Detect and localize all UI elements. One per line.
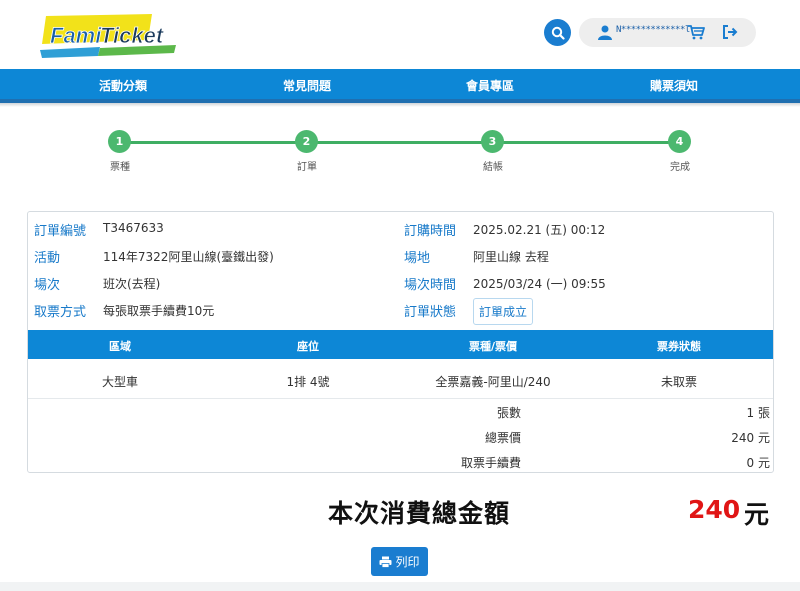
cart-icon[interactable] (687, 24, 705, 40)
user-icon[interactable] (597, 24, 613, 40)
summary-count-label: 張數 (496, 406, 521, 420)
venue-label: 場地 (404, 251, 431, 266)
user-panel: N*************l (579, 18, 756, 47)
order-time-value: 2025.02.21 (五) 00:12 (473, 223, 606, 237)
site-header: Fami Ticket N*************l (0, 0, 800, 68)
session-time-label: 場次時間 (404, 278, 457, 293)
summary-count-value: 1 張 (746, 406, 770, 420)
progress-steps: 1 票種 2 訂單 3 結帳 4 完成 (0, 128, 800, 178)
svg-text:Fami: Fami (50, 23, 102, 48)
order-no-label: 訂單編號 (34, 224, 87, 239)
cell-seat: 1排 4號 (286, 375, 330, 389)
logout-icon[interactable] (721, 24, 739, 40)
event-value: 114年7322阿里山線(臺鐵出發) (103, 250, 274, 264)
step-4-dot: 4 (668, 130, 691, 153)
th-seat: 座位 (297, 340, 319, 353)
search-icon (551, 26, 565, 40)
search-button[interactable] (544, 19, 571, 46)
nav-shadow (0, 103, 800, 107)
cell-ticket-type: 全票嘉義-阿里山/240 (435, 375, 551, 389)
cell-ticket-status: 未取票 (660, 375, 697, 389)
order-time-label: 訂購時間 (404, 224, 457, 239)
printer-icon (379, 556, 392, 568)
progress-line (120, 141, 680, 144)
nav-item-faq[interactable]: 常見問題 (283, 77, 331, 94)
nav-item-member[interactable]: 會員專區 (466, 77, 514, 94)
ticket-table-header: 區域 座位 票種/票價 票券狀態 (28, 330, 773, 359)
th-area: 區域 (109, 340, 131, 353)
cell-area: 大型車 (101, 375, 138, 389)
svg-text:Ticket: Ticket (100, 23, 165, 48)
step-2-label: 訂單 (297, 162, 317, 173)
pickup-value: 每張取票手續費10元 (103, 304, 215, 318)
nav-item-categories[interactable]: 活動分類 (99, 77, 147, 94)
total-label: 本次消費總金額 (328, 499, 511, 528)
print-button[interactable]: 列印 (371, 547, 428, 576)
order-no-value: T3467633 (103, 221, 164, 235)
step-2-dot: 2 (295, 130, 318, 153)
row-divider (28, 398, 773, 399)
total-amount: 240 (688, 495, 741, 524)
summary-price-label: 總票價 (484, 431, 521, 445)
pickup-label: 取票方式 (34, 305, 87, 320)
order-status-label: 訂單狀態 (404, 305, 457, 320)
footer-band (0, 582, 800, 591)
session-label: 場次 (34, 278, 61, 293)
summary-price-value: 240 元 (731, 431, 770, 445)
step-4-label: 完成 (670, 162, 690, 173)
famiticket-logo[interactable]: Fami Ticket (40, 10, 182, 58)
print-label: 列印 (395, 555, 420, 569)
th-ticket-type: 票種/票價 (468, 340, 518, 353)
session-value: 班次(去程) (103, 277, 161, 291)
step-3-dot: 3 (481, 130, 504, 153)
order-card: 訂單編號 T3467633 活動 114年7322阿里山線(臺鐵出發) 場次 班… (27, 211, 774, 473)
event-label: 活動 (34, 251, 61, 266)
venue-value: 阿里山線 去程 (473, 250, 549, 264)
main-nav: 活動分類 常見問題 會員專區 購票須知 (0, 69, 800, 103)
session-time-value: 2025/03/24 (一) 09:55 (473, 277, 606, 291)
step-3-label: 結帳 (483, 162, 503, 173)
th-ticket-status: 票券狀態 (657, 340, 701, 353)
summary-fee-label: 取票手續費 (460, 456, 521, 470)
total-unit: 元 (744, 500, 770, 529)
step-1-dot: 1 (108, 130, 131, 153)
user-name[interactable]: N*************l (616, 25, 690, 35)
order-status-badge: 訂單成立 (473, 298, 534, 325)
nav-item-purchase-notice[interactable]: 購票須知 (650, 77, 698, 94)
step-1-label: 票種 (110, 162, 130, 173)
summary-fee-value: 0 元 (746, 456, 770, 470)
